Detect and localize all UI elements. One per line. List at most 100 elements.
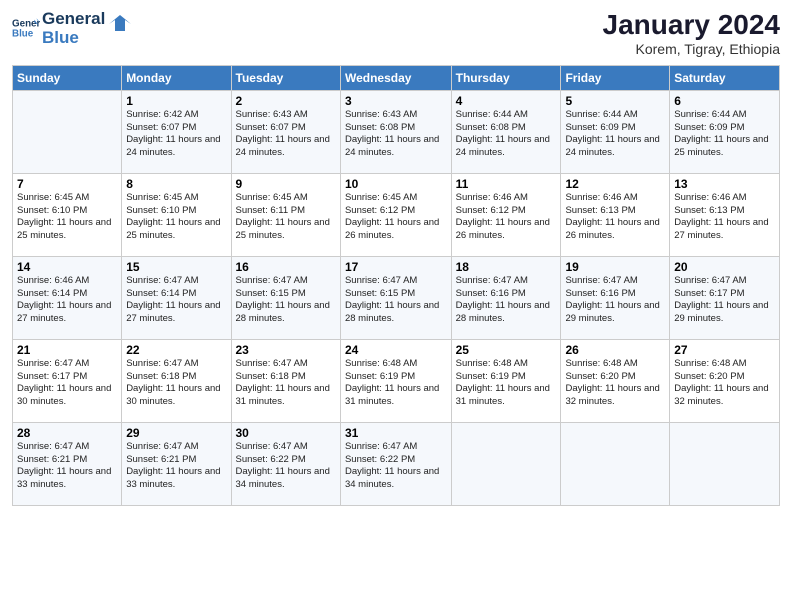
day-info: Sunrise: 6:47 AM Sunset: 6:21 PM Dayligh… (126, 441, 226, 492)
calendar-cell: 7Sunrise: 6:45 AM Sunset: 6:10 PM Daylig… (13, 173, 122, 256)
day-number: 3 (345, 94, 447, 108)
calendar-cell: 14Sunrise: 6:46 AM Sunset: 6:14 PM Dayli… (13, 256, 122, 339)
calendar-cell: 15Sunrise: 6:47 AM Sunset: 6:14 PM Dayli… (122, 256, 231, 339)
calendar-cell: 10Sunrise: 6:45 AM Sunset: 6:12 PM Dayli… (340, 173, 451, 256)
weekday-header-tuesday: Tuesday (231, 65, 340, 90)
calendar-cell: 11Sunrise: 6:46 AM Sunset: 6:12 PM Dayli… (451, 173, 561, 256)
logo: General Blue General Blue (12, 10, 131, 47)
day-number: 9 (236, 177, 336, 191)
day-number: 4 (456, 94, 557, 108)
day-number: 15 (126, 260, 226, 274)
day-info: Sunrise: 6:45 AM Sunset: 6:11 PM Dayligh… (236, 192, 336, 243)
day-number: 24 (345, 343, 447, 357)
weekday-header-saturday: Saturday (670, 65, 780, 90)
day-number: 18 (456, 260, 557, 274)
main-title: January 2024 (603, 10, 780, 41)
calendar-cell: 12Sunrise: 6:46 AM Sunset: 6:13 PM Dayli… (561, 173, 670, 256)
calendar-cell: 13Sunrise: 6:46 AM Sunset: 6:13 PM Dayli… (670, 173, 780, 256)
day-info: Sunrise: 6:47 AM Sunset: 6:22 PM Dayligh… (236, 441, 336, 492)
calendar-cell: 6Sunrise: 6:44 AM Sunset: 6:09 PM Daylig… (670, 90, 780, 173)
day-info: Sunrise: 6:43 AM Sunset: 6:07 PM Dayligh… (236, 109, 336, 160)
calendar-cell: 26Sunrise: 6:48 AM Sunset: 6:20 PM Dayli… (561, 339, 670, 422)
day-number: 14 (17, 260, 117, 274)
week-row-5: 28Sunrise: 6:47 AM Sunset: 6:21 PM Dayli… (13, 422, 780, 505)
day-info: Sunrise: 6:46 AM Sunset: 6:14 PM Dayligh… (17, 275, 117, 326)
day-info: Sunrise: 6:47 AM Sunset: 6:15 PM Dayligh… (236, 275, 336, 326)
day-info: Sunrise: 6:47 AM Sunset: 6:21 PM Dayligh… (17, 441, 117, 492)
day-info: Sunrise: 6:46 AM Sunset: 6:12 PM Dayligh… (456, 192, 557, 243)
day-info: Sunrise: 6:48 AM Sunset: 6:20 PM Dayligh… (674, 358, 775, 409)
calendar-cell (561, 422, 670, 505)
title-block: January 2024 Korem, Tigray, Ethiopia (603, 10, 780, 57)
day-number: 16 (236, 260, 336, 274)
subtitle: Korem, Tigray, Ethiopia (603, 41, 780, 57)
day-info: Sunrise: 6:46 AM Sunset: 6:13 PM Dayligh… (565, 192, 665, 243)
calendar-cell: 27Sunrise: 6:48 AM Sunset: 6:20 PM Dayli… (670, 339, 780, 422)
calendar-cell: 3Sunrise: 6:43 AM Sunset: 6:08 PM Daylig… (340, 90, 451, 173)
calendar-cell: 5Sunrise: 6:44 AM Sunset: 6:09 PM Daylig… (561, 90, 670, 173)
day-info: Sunrise: 6:45 AM Sunset: 6:12 PM Dayligh… (345, 192, 447, 243)
calendar-cell: 30Sunrise: 6:47 AM Sunset: 6:22 PM Dayli… (231, 422, 340, 505)
svg-text:Blue: Blue (12, 28, 34, 39)
logo-blue: Blue (42, 29, 105, 48)
day-number: 20 (674, 260, 775, 274)
calendar-cell: 18Sunrise: 6:47 AM Sunset: 6:16 PM Dayli… (451, 256, 561, 339)
calendar-cell: 23Sunrise: 6:47 AM Sunset: 6:18 PM Dayli… (231, 339, 340, 422)
day-number: 6 (674, 94, 775, 108)
day-info: Sunrise: 6:44 AM Sunset: 6:09 PM Dayligh… (565, 109, 665, 160)
day-number: 11 (456, 177, 557, 191)
day-number: 7 (17, 177, 117, 191)
week-row-4: 21Sunrise: 6:47 AM Sunset: 6:17 PM Dayli… (13, 339, 780, 422)
day-info: Sunrise: 6:48 AM Sunset: 6:19 PM Dayligh… (345, 358, 447, 409)
day-number: 22 (126, 343, 226, 357)
logo-icon: General Blue (12, 14, 40, 42)
calendar-cell (13, 90, 122, 173)
day-number: 10 (345, 177, 447, 191)
header: General Blue General Blue January 2024 K… (12, 10, 780, 57)
calendar-cell: 8Sunrise: 6:45 AM Sunset: 6:10 PM Daylig… (122, 173, 231, 256)
day-info: Sunrise: 6:46 AM Sunset: 6:13 PM Dayligh… (674, 192, 775, 243)
day-number: 25 (456, 343, 557, 357)
day-number: 19 (565, 260, 665, 274)
day-info: Sunrise: 6:47 AM Sunset: 6:16 PM Dayligh… (565, 275, 665, 326)
day-info: Sunrise: 6:48 AM Sunset: 6:20 PM Dayligh… (565, 358, 665, 409)
day-info: Sunrise: 6:45 AM Sunset: 6:10 PM Dayligh… (17, 192, 117, 243)
logo-bird-icon (109, 13, 131, 35)
day-number: 26 (565, 343, 665, 357)
weekday-header-wednesday: Wednesday (340, 65, 451, 90)
day-info: Sunrise: 6:48 AM Sunset: 6:19 PM Dayligh… (456, 358, 557, 409)
day-number: 12 (565, 177, 665, 191)
day-number: 29 (126, 426, 226, 440)
calendar-cell: 1Sunrise: 6:42 AM Sunset: 6:07 PM Daylig… (122, 90, 231, 173)
calendar-cell: 31Sunrise: 6:47 AM Sunset: 6:22 PM Dayli… (340, 422, 451, 505)
calendar-cell: 24Sunrise: 6:48 AM Sunset: 6:19 PM Dayli… (340, 339, 451, 422)
day-number: 21 (17, 343, 117, 357)
day-info: Sunrise: 6:47 AM Sunset: 6:16 PM Dayligh… (456, 275, 557, 326)
day-number: 13 (674, 177, 775, 191)
calendar-cell: 25Sunrise: 6:48 AM Sunset: 6:19 PM Dayli… (451, 339, 561, 422)
day-number: 27 (674, 343, 775, 357)
calendar-cell: 19Sunrise: 6:47 AM Sunset: 6:16 PM Dayli… (561, 256, 670, 339)
week-row-1: 1Sunrise: 6:42 AM Sunset: 6:07 PM Daylig… (13, 90, 780, 173)
day-number: 1 (126, 94, 226, 108)
calendar-cell: 16Sunrise: 6:47 AM Sunset: 6:15 PM Dayli… (231, 256, 340, 339)
calendar-cell: 29Sunrise: 6:47 AM Sunset: 6:21 PM Dayli… (122, 422, 231, 505)
calendar-cell: 22Sunrise: 6:47 AM Sunset: 6:18 PM Dayli… (122, 339, 231, 422)
day-info: Sunrise: 6:42 AM Sunset: 6:07 PM Dayligh… (126, 109, 226, 160)
day-info: Sunrise: 6:45 AM Sunset: 6:10 PM Dayligh… (126, 192, 226, 243)
calendar-cell: 9Sunrise: 6:45 AM Sunset: 6:11 PM Daylig… (231, 173, 340, 256)
day-number: 28 (17, 426, 117, 440)
day-number: 8 (126, 177, 226, 191)
day-info: Sunrise: 6:47 AM Sunset: 6:17 PM Dayligh… (674, 275, 775, 326)
calendar-cell (451, 422, 561, 505)
weekday-header-monday: Monday (122, 65, 231, 90)
day-info: Sunrise: 6:47 AM Sunset: 6:15 PM Dayligh… (345, 275, 447, 326)
day-number: 2 (236, 94, 336, 108)
logo-general: General (42, 10, 105, 29)
day-number: 17 (345, 260, 447, 274)
day-number: 5 (565, 94, 665, 108)
week-row-3: 14Sunrise: 6:46 AM Sunset: 6:14 PM Dayli… (13, 256, 780, 339)
week-row-2: 7Sunrise: 6:45 AM Sunset: 6:10 PM Daylig… (13, 173, 780, 256)
calendar-cell: 28Sunrise: 6:47 AM Sunset: 6:21 PM Dayli… (13, 422, 122, 505)
weekday-header-sunday: Sunday (13, 65, 122, 90)
